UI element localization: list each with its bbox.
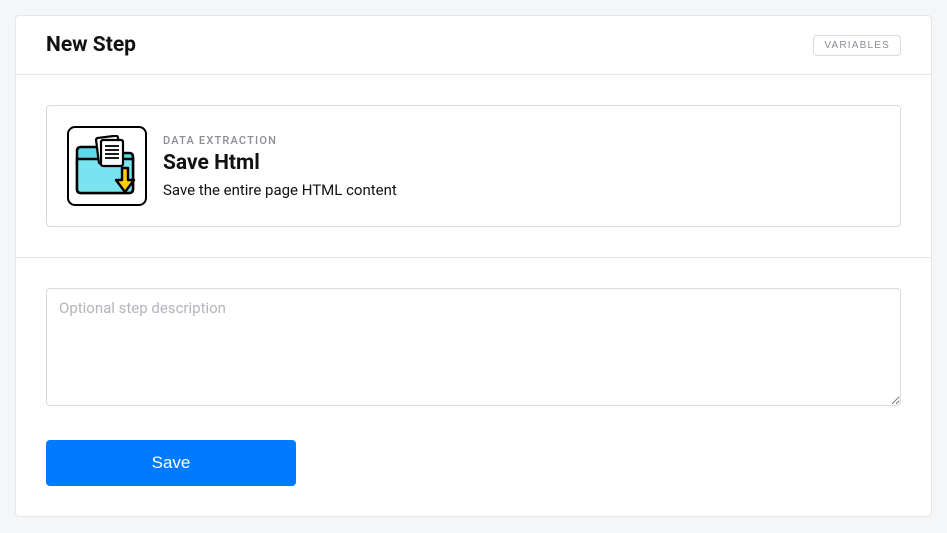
step-description: Save the entire page HTML content	[163, 181, 397, 199]
step-category: DATA EXTRACTION	[163, 134, 397, 147]
new-step-panel: New Step VARIABLES	[15, 15, 932, 517]
step-card-section: DATA EXTRACTION Save Html Save the entir…	[16, 75, 931, 258]
variables-button[interactable]: VARIABLES	[813, 35, 901, 56]
form-section: Save	[16, 258, 931, 516]
save-button[interactable]: Save	[46, 440, 296, 486]
page-title: New Step	[46, 33, 136, 57]
step-title: Save Html	[163, 151, 397, 175]
save-html-folder-icon	[67, 126, 147, 206]
description-input[interactable]	[46, 288, 901, 406]
step-card: DATA EXTRACTION Save Html Save the entir…	[46, 105, 901, 227]
step-info: DATA EXTRACTION Save Html Save the entir…	[163, 134, 397, 199]
panel-header: New Step VARIABLES	[16, 16, 931, 75]
